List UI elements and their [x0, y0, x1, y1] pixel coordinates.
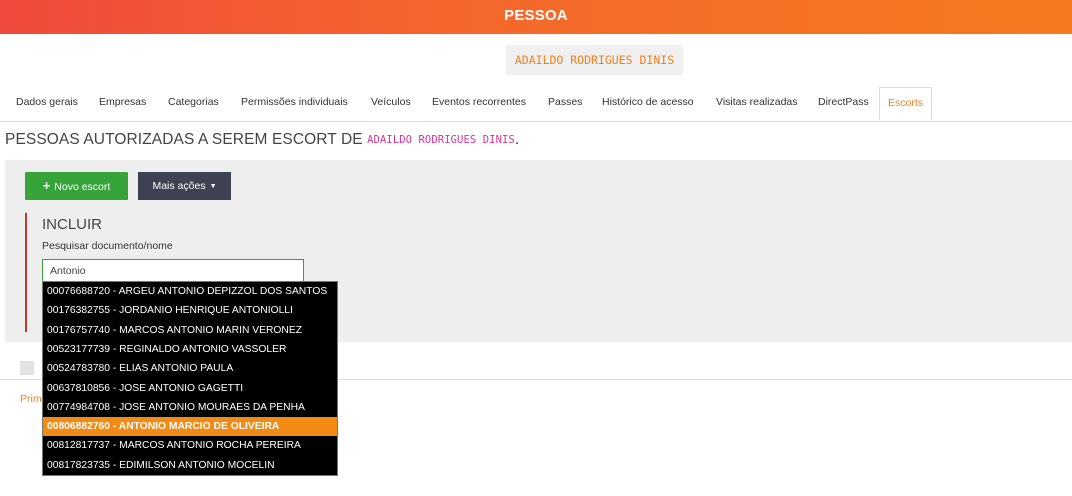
- person-name-chip: ADAILDO RODRIGUES DINIS: [506, 45, 683, 75]
- tab-escorts[interactable]: Escorts: [879, 87, 933, 120]
- include-section-accent-line: [25, 213, 27, 332]
- section-title-suffix: .: [514, 131, 520, 148]
- autocomplete-option[interactable]: 00176757740 - MARCOS ANTONIO MARIN VERON…: [43, 321, 337, 340]
- autocomplete-option[interactable]: 00076688720 - ARGEU ANTONIO DEPIZZOL DOS…: [43, 282, 337, 301]
- select-all-checkbox[interactable]: [20, 361, 34, 375]
- section-title-prefix: PESSOAS AUTORIZADAS A SEREM ESCORT DE: [5, 131, 368, 148]
- autocomplete-option[interactable]: 00817823735 - EDIMILSON ANTONIO MOCELIN: [43, 456, 337, 475]
- search-input[interactable]: [42, 259, 304, 282]
- autocomplete-option[interactable]: 00812817737 - MARCOS ANTONIO ROCHA PEREI…: [43, 436, 337, 455]
- autocomplete-option[interactable]: 00637810856 - JOSE ANTONIO GAGETTI: [43, 379, 337, 398]
- autocomplete-option[interactable]: 00806882760 - ANTONIO MARCIO DE OLIVEIRA: [43, 417, 337, 437]
- tab-directpass[interactable]: DirectPass: [818, 87, 869, 120]
- tab-eventos-recorrentes[interactable]: Eventos recorrentes: [432, 87, 526, 120]
- search-label: Pesquisar documento/nome: [42, 240, 173, 252]
- autocomplete-option[interactable]: 00523177739 - REGINALDO ANTONIO VASSOLER: [43, 340, 337, 359]
- pagination-first-link[interactable]: Prim: [20, 393, 42, 405]
- section-title: PESSOAS AUTORIZADAS A SEREM ESCORT DE AD…: [5, 131, 519, 149]
- top-bar: PESSOA: [0, 0, 1072, 34]
- autocomplete-dropdown: 00076688720 - ARGEU ANTONIO DEPIZZOL DOS…: [42, 281, 338, 476]
- tab-permissoes-individuais[interactable]: Permissões individuais: [241, 87, 348, 120]
- autocomplete-option[interactable]: 00774984708 - JOSE ANTONIO MOURAES DA PE…: [43, 398, 337, 417]
- autocomplete-option[interactable]: 00176382755 - JORDANIO HENRIQUE ANTONIOL…: [43, 301, 337, 320]
- tab-visitas-realizadas[interactable]: Visitas realizadas: [716, 87, 798, 120]
- caret-down-icon: ▼: [209, 183, 217, 190]
- more-actions-label: Mais ações: [152, 180, 206, 192]
- more-actions-button[interactable]: Mais ações ▼: [138, 172, 231, 200]
- plus-icon: +: [42, 178, 51, 193]
- new-escort-button[interactable]: + Novo escort: [25, 172, 128, 200]
- page-title: PESSOA: [504, 7, 568, 24]
- tab-categorias[interactable]: Categorias: [168, 87, 219, 120]
- tab-empresas[interactable]: Empresas: [99, 87, 146, 120]
- autocomplete-option[interactable]: 00524783780 - ELIAS ANTONIO PAULA: [43, 359, 337, 378]
- tab-bar: Dados gerais Empresas Categorias Permiss…: [0, 87, 1072, 122]
- tab-dados-gerais[interactable]: Dados gerais: [16, 87, 78, 120]
- section-title-person-name: ADAILDO RODRIGUES DINIS: [367, 134, 515, 146]
- new-escort-label: Novo escort: [54, 181, 111, 193]
- tab-passes[interactable]: Passes: [548, 87, 582, 120]
- include-title: INCLUIR: [42, 216, 103, 233]
- tab-veiculos[interactable]: Veículos: [371, 87, 411, 120]
- tab-historico-de-acesso[interactable]: Histórico de acesso: [602, 87, 694, 120]
